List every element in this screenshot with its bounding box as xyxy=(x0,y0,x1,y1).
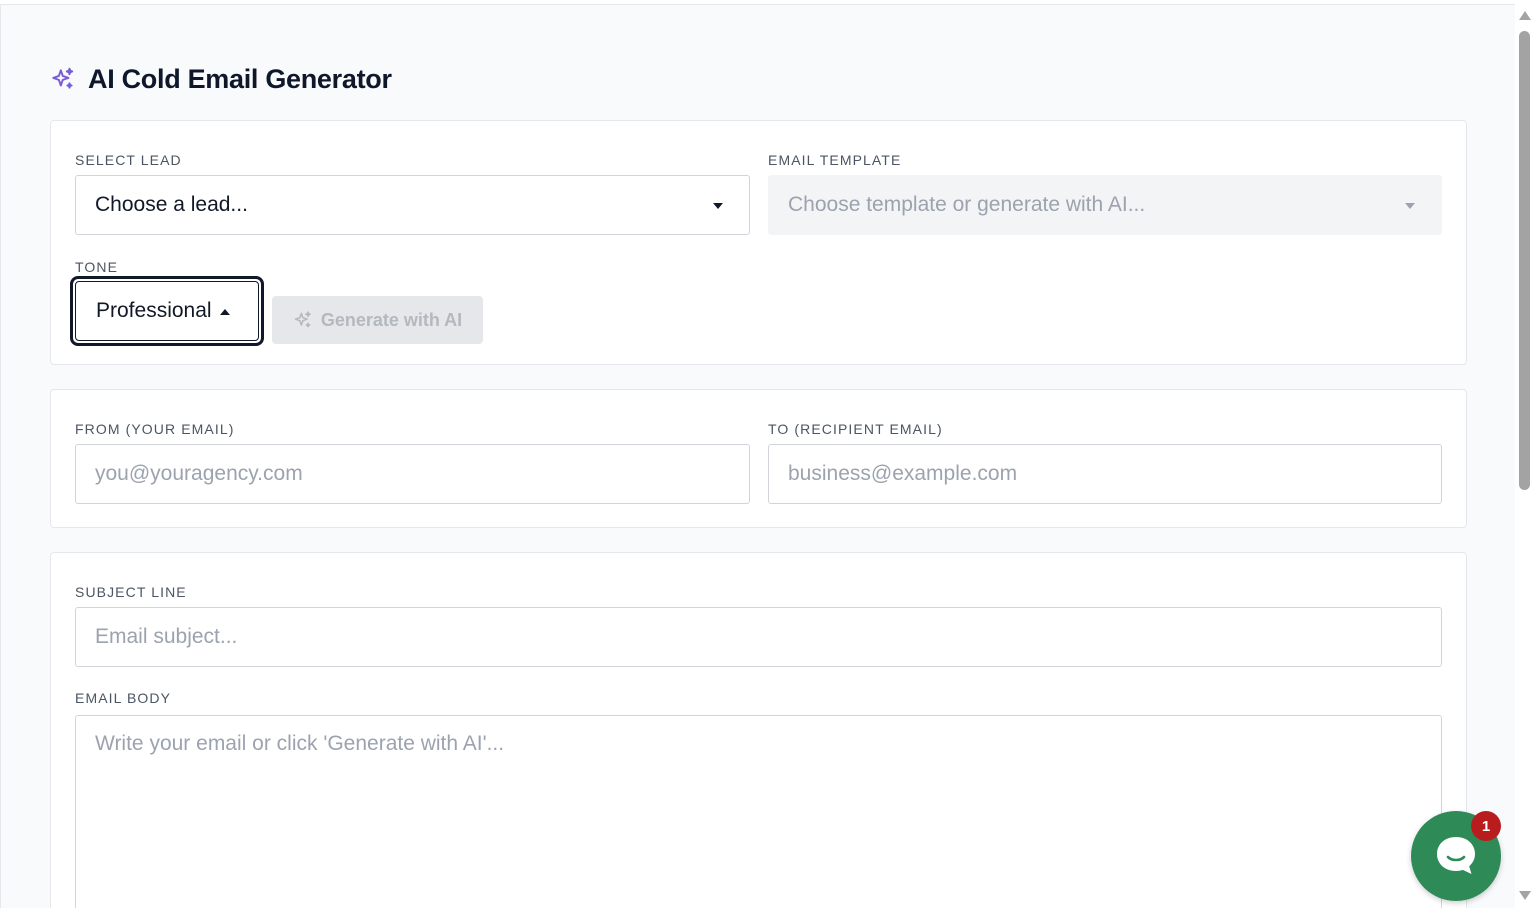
tone-label: TONE xyxy=(75,259,119,275)
notification-badge: 1 xyxy=(1471,811,1501,841)
email-template-placeholder: Choose template or generate with AI... xyxy=(788,193,1146,216)
scrollbar-thumb[interactable] xyxy=(1519,31,1530,490)
subject-line-input[interactable]: Email subject... xyxy=(75,607,1442,667)
generate-with-ai-button[interactable]: Generate with AI xyxy=(272,296,483,344)
scroll-down-arrow-icon[interactable] xyxy=(1519,891,1531,900)
lead-settings-card: SELECT LEAD Choose a lead... EMAIL TEMPL… xyxy=(50,120,1467,365)
email-template-dropdown[interactable]: Choose template or generate with AI... xyxy=(768,175,1442,235)
email-body-placeholder: Write your email or click 'Generate with… xyxy=(95,732,505,755)
scroll-up-arrow-icon[interactable] xyxy=(1519,11,1531,20)
sparkles-icon xyxy=(52,67,74,89)
page-header: AI Cold Email Generator xyxy=(50,61,392,97)
sparkles-icon xyxy=(294,311,311,328)
chevron-down-icon xyxy=(713,203,723,209)
page-container: AI Cold Email Generator SELECT LEAD Choo… xyxy=(0,4,1515,908)
tone-dropdown[interactable]: Professional xyxy=(70,276,264,346)
tone-value: Professional xyxy=(96,299,212,322)
from-email-input[interactable]: you@youragency.com xyxy=(75,444,750,504)
subject-line-label: SUBJECT LINE xyxy=(75,584,187,600)
page-title: AI Cold Email Generator xyxy=(88,63,392,94)
chevron-up-icon xyxy=(219,309,230,315)
subject-placeholder: Email subject... xyxy=(95,625,238,648)
to-email-input[interactable]: business@example.com xyxy=(768,444,1442,504)
select-lead-label: SELECT LEAD xyxy=(75,152,182,168)
tone-dropdown-inner: Professional xyxy=(75,281,259,341)
email-body-label: EMAIL BODY xyxy=(75,690,172,706)
email-body-textarea[interactable]: Write your email or click 'Generate with… xyxy=(75,715,1442,908)
email-addresses-card: FROM (YOUR EMAIL) you@youragency.com TO … xyxy=(50,389,1467,528)
to-email-placeholder: business@example.com xyxy=(788,462,1018,485)
email-template-label: EMAIL TEMPLATE xyxy=(768,152,902,168)
email-content-card: SUBJECT LINE Email subject... EMAIL BODY… xyxy=(50,552,1467,908)
generate-button-label: Generate with AI xyxy=(320,309,463,330)
to-email-label: TO (RECIPIENT EMAIL) xyxy=(768,421,943,437)
from-email-label: FROM (YOUR EMAIL) xyxy=(75,421,235,437)
select-lead-value: Choose a lead... xyxy=(95,193,248,216)
chevron-down-icon xyxy=(1405,203,1415,209)
select-lead-dropdown[interactable]: Choose a lead... xyxy=(75,175,750,235)
vertical-scrollbar[interactable] xyxy=(1515,0,1534,922)
from-email-placeholder: you@youragency.com xyxy=(95,462,303,485)
